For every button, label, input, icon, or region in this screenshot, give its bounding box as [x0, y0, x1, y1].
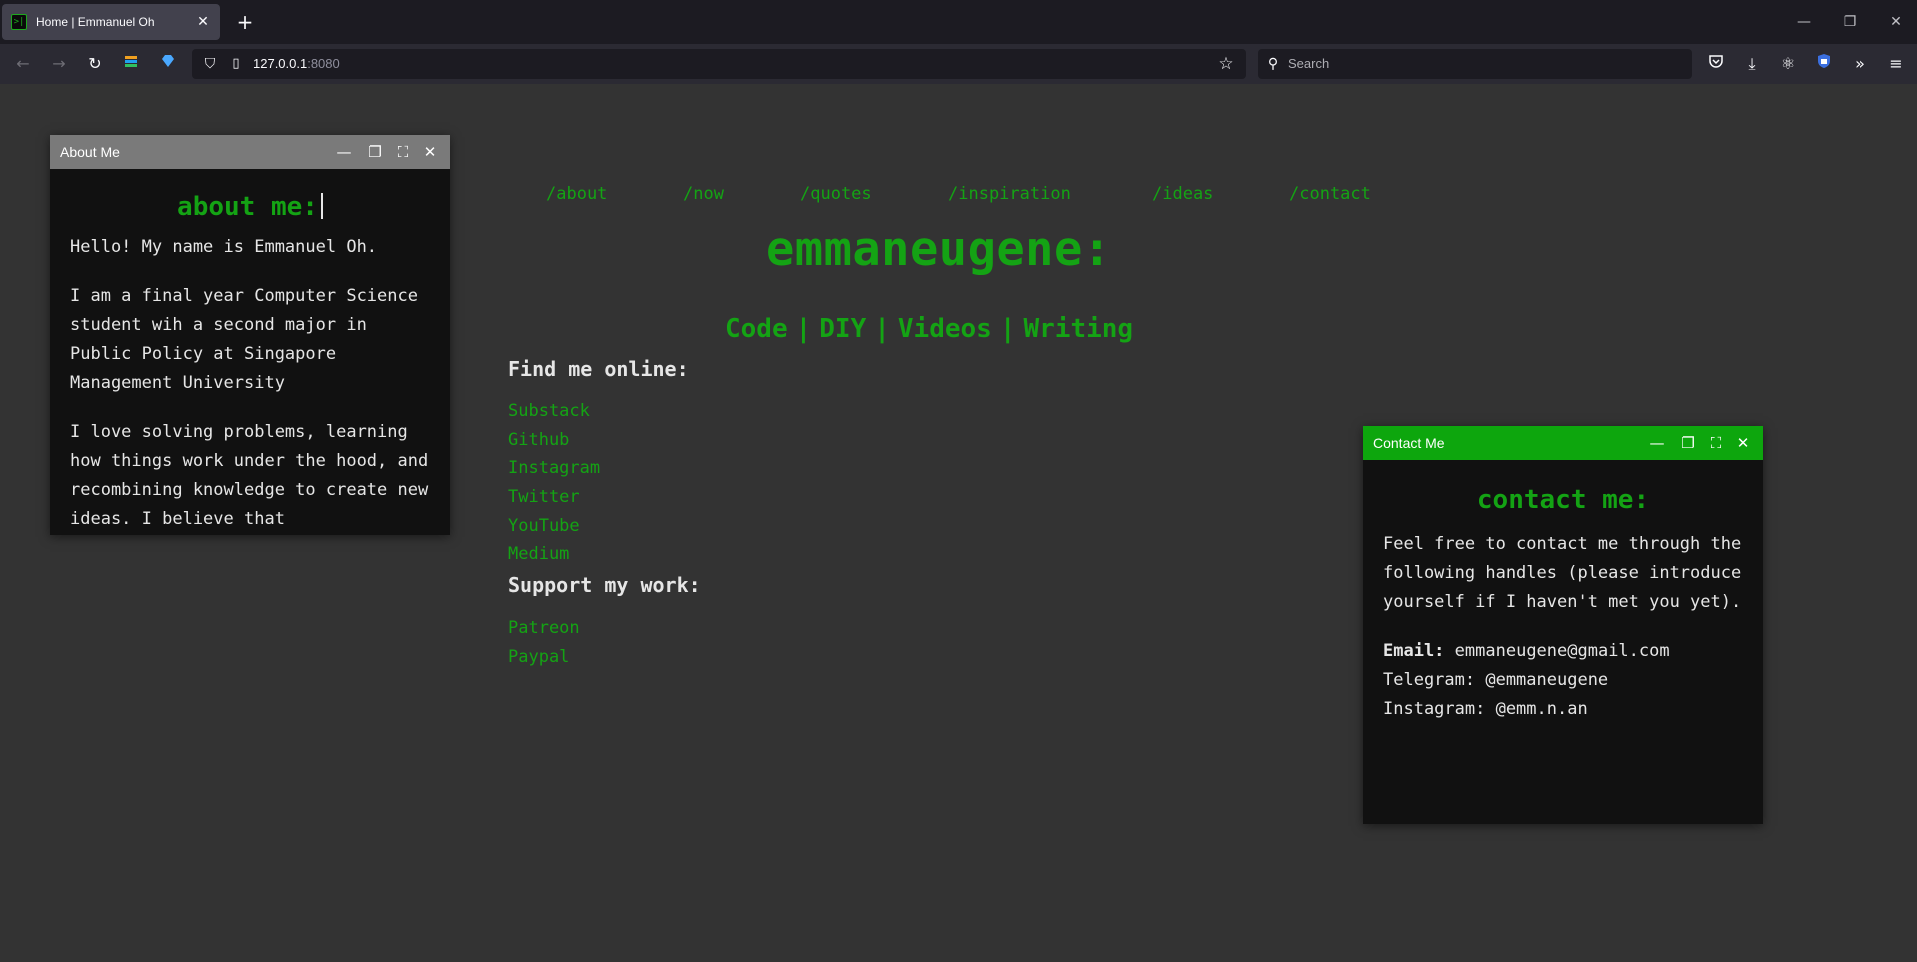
url-port: :8080 [307, 56, 340, 71]
close-window-icon[interactable]: ✕ [1884, 10, 1908, 34]
shield-icon[interactable]: ⛉ [198, 52, 222, 76]
browser-tab[interactable]: >| Home | Emmanuel Oh ✕ [2, 4, 220, 40]
category-writing[interactable]: Writing [1023, 314, 1133, 344]
search-bar[interactable]: ⚲ Search [1258, 49, 1692, 79]
category-code[interactable]: Code [725, 314, 788, 344]
gem-extension-icon[interactable] [156, 52, 180, 76]
support-heading: Support my work: [508, 573, 701, 597]
nav-link-ideas[interactable]: /ideas [1152, 184, 1213, 204]
nav-link-inspiration[interactable]: /inspiration [948, 184, 1071, 204]
tab-close-icon[interactable]: ✕ [194, 13, 212, 31]
reload-icon[interactable]: ↻ [83, 52, 107, 76]
about-heading: about me: [177, 192, 318, 222]
close-icon[interactable]: ✕ [418, 140, 442, 164]
download-icon[interactable]: ⤓ [1740, 52, 1764, 76]
site-title: emmaneugene: [766, 222, 1112, 277]
category-diy[interactable]: DIY [819, 314, 866, 344]
extension-stack-icon[interactable] [119, 52, 143, 76]
link-instagram[interactable]: Instagram [508, 454, 600, 483]
new-tab-icon[interactable]: + [234, 11, 256, 33]
browser-nav-bar: ← → ↻ ⛉ ▯ 127.0.0.1:8080 ☆ ⚲ Search ⤓ ⚛ … [0, 44, 1917, 84]
nav-link-now[interactable]: /now [683, 184, 724, 204]
text-cursor [320, 193, 323, 219]
nav-link-about[interactable]: /about [546, 184, 607, 204]
back-arrow-icon[interactable]: ← [11, 52, 35, 76]
url-bar[interactable]: ⛉ ▯ 127.0.0.1:8080 ☆ [192, 49, 1246, 79]
terminal-favicon-icon: >| [11, 14, 27, 30]
url-host: 127.0.0.1 [253, 56, 308, 71]
link-github[interactable]: Github [508, 426, 600, 455]
link-medium[interactable]: Medium [508, 540, 600, 569]
contact-email-line: Email: emmaneugene@gmail.com [1383, 637, 1743, 666]
maximize-icon[interactable]: ⛶ [1704, 431, 1728, 455]
react-devtools-icon[interactable]: ⚛ [1776, 52, 1800, 76]
contact-instagram: Instagram: @emm.n.an [1383, 699, 1588, 719]
about-paragraph: I am a final year Computer Science stude… [70, 286, 418, 393]
nav-link-quotes[interactable]: /quotes [800, 184, 872, 204]
restore-icon[interactable]: ❐ [363, 140, 387, 164]
about-paragraph: Hello! My name is Emmanuel Oh. [70, 237, 378, 257]
privacy-extension-icon[interactable] [1812, 52, 1836, 76]
pocket-icon[interactable] [1704, 52, 1728, 76]
link-youtube[interactable]: YouTube [508, 512, 600, 541]
contact-telegram: Telegram: @emmaneugene [1383, 670, 1609, 690]
search-icon: ⚲ [1267, 56, 1279, 72]
category-separator: | [795, 314, 812, 344]
search-placeholder: Search [1288, 56, 1330, 71]
restore-icon[interactable]: ❐ [1676, 431, 1700, 455]
tab-title: Home | Emmanuel Oh [36, 15, 155, 29]
maximize-icon[interactable]: ⛶ [391, 140, 415, 164]
minimize-icon[interactable]: — [1645, 431, 1669, 455]
nav-link-contact[interactable]: /contact [1289, 184, 1371, 204]
email-value: emmaneugene@gmail.com [1454, 641, 1670, 661]
page-icon: ▯ [232, 56, 240, 71]
hamburger-menu-icon[interactable]: ≡ [1884, 52, 1908, 76]
about-paragraph: I love solving problems, learning how th… [70, 422, 429, 529]
link-paypal[interactable]: Paypal [508, 643, 580, 672]
category-separator: | [999, 314, 1016, 344]
browser-tab-bar: >| Home | Emmanuel Oh ✕ + — ❐ ✕ [0, 0, 1917, 44]
bookmark-star-icon[interactable]: ☆ [1214, 52, 1238, 76]
close-icon[interactable]: ✕ [1731, 431, 1755, 455]
find-me-heading: Find me online: [508, 357, 689, 381]
minimize-icon[interactable]: — [332, 140, 356, 164]
contact-window-title: Contact Me [1373, 435, 1445, 451]
contact-heading: contact me: [1476, 485, 1650, 515]
category-links: Code | DIY | Videos | Writing [725, 314, 1133, 344]
category-separator: | [874, 314, 890, 344]
about-window-titlebar[interactable]: About Me — ❐ ⛶ ✕ [50, 135, 450, 169]
link-patreon[interactable]: Patreon [508, 614, 580, 643]
category-videos[interactable]: Videos [898, 314, 992, 344]
contact-intro: Feel free to contact me through the foll… [1383, 534, 1742, 612]
contact-me-window[interactable]: Contact Me — ❐ ⛶ ✕ contact me: Feel free… [1363, 426, 1763, 824]
email-label: Email: [1383, 641, 1445, 661]
link-substack[interactable]: Substack [508, 397, 600, 426]
overflow-chevron-icon[interactable]: » [1848, 52, 1872, 76]
contact-window-titlebar[interactable]: Contact Me — ❐ ⛶ ✕ [1363, 426, 1763, 460]
about-window-title: About Me [60, 144, 120, 160]
about-me-window[interactable]: About Me — ❐ ⛶ ✕ about me: Hello! My nam… [50, 135, 450, 535]
restore-window-icon[interactable]: ❐ [1838, 10, 1862, 34]
forward-arrow-icon[interactable]: → [47, 52, 71, 76]
social-links: Substack Github Instagram Twitter YouTub… [508, 397, 600, 569]
support-links: Patreon Paypal [508, 614, 580, 671]
minimize-window-icon[interactable]: — [1792, 10, 1816, 34]
link-twitter[interactable]: Twitter [508, 483, 600, 512]
